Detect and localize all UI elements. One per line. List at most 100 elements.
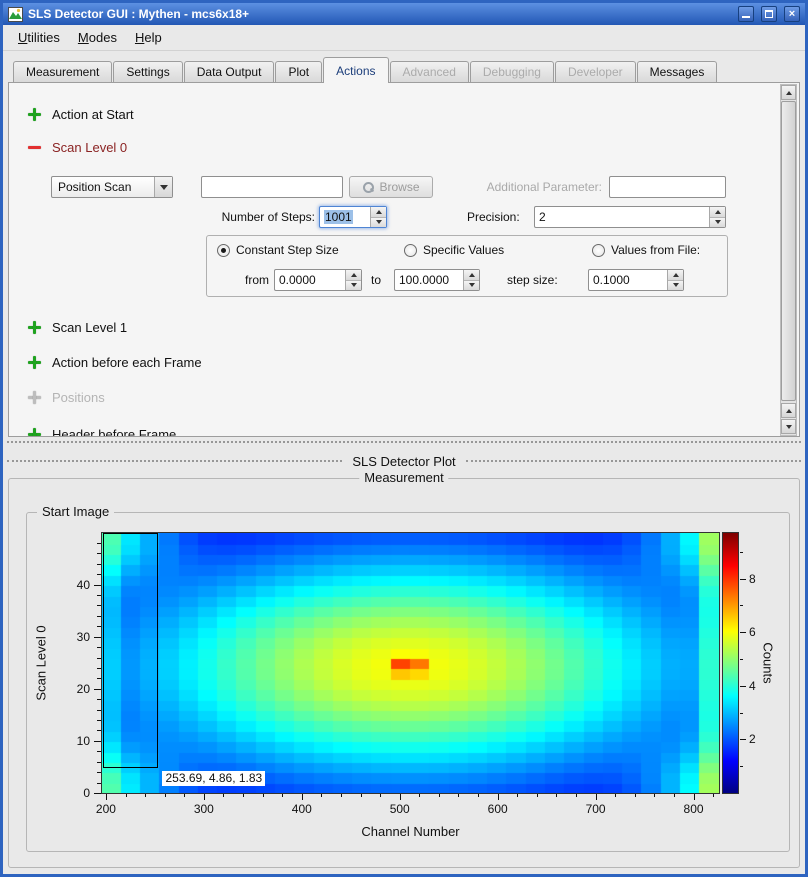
to-spinbox[interactable]: 100.0000 bbox=[394, 269, 480, 291]
spin-up-icon bbox=[715, 210, 721, 214]
y-minor-tick bbox=[97, 710, 101, 711]
y-minor-tick bbox=[97, 553, 101, 554]
values-from-file-radio[interactable] bbox=[592, 244, 605, 257]
tab-actions[interactable]: Actions bbox=[323, 57, 388, 83]
x-minor-tick bbox=[635, 794, 636, 797]
y-minor-tick bbox=[97, 574, 101, 575]
scrollbar-thumb[interactable] bbox=[781, 101, 796, 401]
step-size-value: 0.1000 bbox=[593, 273, 630, 287]
close-button[interactable]: × bbox=[784, 6, 800, 22]
collapse-minus-icon[interactable] bbox=[28, 141, 41, 154]
action-at-start-row[interactable]: Action at Start bbox=[28, 106, 134, 122]
z-tick bbox=[740, 686, 746, 687]
minimize-button[interactable] bbox=[738, 6, 754, 22]
scan-level-0-row[interactable]: Scan Level 0 bbox=[28, 139, 127, 155]
scroll-up-button[interactable] bbox=[781, 85, 796, 100]
scan-level-1-row[interactable]: Scan Level 1 bbox=[28, 319, 127, 335]
z-tick bbox=[740, 632, 746, 633]
spin-down-icon bbox=[376, 220, 382, 224]
expand-plus-icon[interactable] bbox=[28, 428, 41, 438]
steps-spin-up-button[interactable] bbox=[371, 207, 386, 218]
scroll-down-button[interactable] bbox=[781, 419, 796, 434]
splitter-handle[interactable] bbox=[7, 441, 801, 443]
heatmap-canvas[interactable] bbox=[102, 533, 719, 793]
scan-mode-combobox[interactable]: Position Scan bbox=[51, 176, 173, 198]
additional-parameter-input[interactable] bbox=[609, 176, 726, 198]
minimize-icon bbox=[742, 16, 750, 18]
step-size-spin-up-button[interactable] bbox=[668, 270, 683, 281]
window-title: SLS Detector GUI : Mythen - mcs6x18+ bbox=[28, 7, 731, 21]
from-spinbox[interactable]: 0.0000 bbox=[274, 269, 362, 291]
dock-title: SLS Detector Plot bbox=[352, 454, 455, 469]
menu-modes[interactable]: Modes bbox=[69, 26, 126, 49]
menu-utilities[interactable]: Utilities bbox=[9, 26, 69, 49]
titlebar[interactable]: SLS Detector GUI : Mythen - mcs6x18+ × bbox=[3, 3, 805, 25]
constant-step-size-radio-item[interactable]: Constant Step Size bbox=[217, 242, 339, 258]
vertical-scrollbar[interactable] bbox=[780, 84, 797, 436]
x-minor-tick bbox=[556, 794, 557, 797]
x-minor-tick bbox=[458, 794, 459, 797]
constant-step-size-radio[interactable] bbox=[217, 244, 230, 257]
specific-values-radio-item[interactable]: Specific Values bbox=[404, 242, 504, 258]
y-tick-label: 20 bbox=[54, 682, 90, 696]
expand-plus-icon[interactable] bbox=[28, 108, 41, 121]
x-minor-tick bbox=[243, 794, 244, 797]
steps-spin-down-button[interactable] bbox=[371, 218, 386, 228]
z-tick-label: 6 bbox=[749, 625, 771, 639]
tab-plot[interactable]: Plot bbox=[275, 61, 322, 82]
tab-messages[interactable]: Messages bbox=[637, 61, 718, 82]
steps-spinbox[interactable]: 1001 bbox=[319, 206, 387, 228]
tab-data-output[interactable]: Data Output bbox=[184, 61, 275, 82]
step-mode-groupbox: Constant Step Size Specific Values Value… bbox=[206, 235, 728, 297]
values-from-file-radio-item[interactable]: Values from File: bbox=[592, 242, 700, 258]
action-before-each-frame-row[interactable]: Action before each Frame bbox=[28, 354, 202, 370]
tab-settings[interactable]: Settings bbox=[113, 61, 182, 82]
x-minor-tick bbox=[537, 794, 538, 797]
constant-step-size-label: Constant Step Size bbox=[236, 243, 339, 257]
spin-down-icon bbox=[673, 283, 679, 287]
action-at-start-label: Action at Start bbox=[52, 107, 134, 122]
y-minor-tick bbox=[97, 762, 101, 763]
x-minor-tick bbox=[654, 794, 655, 797]
plot-dock-titlebar[interactable]: SLS Detector Plot bbox=[7, 452, 801, 470]
colorbar-canvas bbox=[723, 533, 738, 793]
x-tick bbox=[106, 794, 107, 800]
x-minor-tick bbox=[361, 794, 362, 797]
to-value: 100.0000 bbox=[399, 273, 449, 287]
scroll-up-button-bottom[interactable] bbox=[781, 403, 796, 418]
x-minor-tick bbox=[576, 794, 577, 797]
header-before-frame-row[interactable]: Header before Frame bbox=[28, 426, 176, 437]
x-minor-tick bbox=[674, 794, 675, 797]
from-spin-up-button[interactable] bbox=[346, 270, 361, 281]
precision-spin-down-button[interactable] bbox=[710, 218, 725, 228]
x-tick-label: 500 bbox=[375, 802, 425, 816]
combobox-dropdown-button[interactable] bbox=[154, 177, 172, 197]
positions-row: Positions bbox=[28, 389, 105, 405]
precision-spin-up-button[interactable] bbox=[710, 207, 725, 218]
precision-spinbox[interactable]: 2 bbox=[534, 206, 726, 228]
x-tick-label: 200 bbox=[81, 802, 131, 816]
expand-plus-icon[interactable] bbox=[28, 356, 41, 369]
to-spin-down-button[interactable] bbox=[464, 281, 479, 291]
x-minor-tick bbox=[223, 794, 224, 797]
step-size-spinbox[interactable]: 0.1000 bbox=[588, 269, 684, 291]
specific-values-radio[interactable] bbox=[404, 244, 417, 257]
x-tick-label: 800 bbox=[669, 802, 719, 816]
tab-measurement[interactable]: Measurement bbox=[13, 61, 112, 82]
maximize-button[interactable] bbox=[761, 6, 777, 22]
script-input[interactable] bbox=[201, 176, 343, 198]
plot-canvas-frame bbox=[101, 532, 720, 794]
x-minor-tick bbox=[341, 794, 342, 797]
x-axis-title: Channel Number bbox=[102, 824, 719, 839]
z-tick-label: 8 bbox=[749, 572, 771, 586]
zoom-selection-rect bbox=[103, 533, 159, 768]
y-minor-tick bbox=[97, 699, 101, 700]
from-spin-down-button[interactable] bbox=[346, 281, 361, 291]
y-minor-tick bbox=[97, 751, 101, 752]
menu-help[interactable]: Help bbox=[126, 26, 171, 49]
step-size-spin-down-button[interactable] bbox=[668, 281, 683, 291]
z-minor-tick bbox=[740, 766, 743, 767]
to-spin-up-button[interactable] bbox=[464, 270, 479, 281]
start-image-group-title: Start Image bbox=[37, 504, 114, 519]
expand-plus-icon[interactable] bbox=[28, 321, 41, 334]
